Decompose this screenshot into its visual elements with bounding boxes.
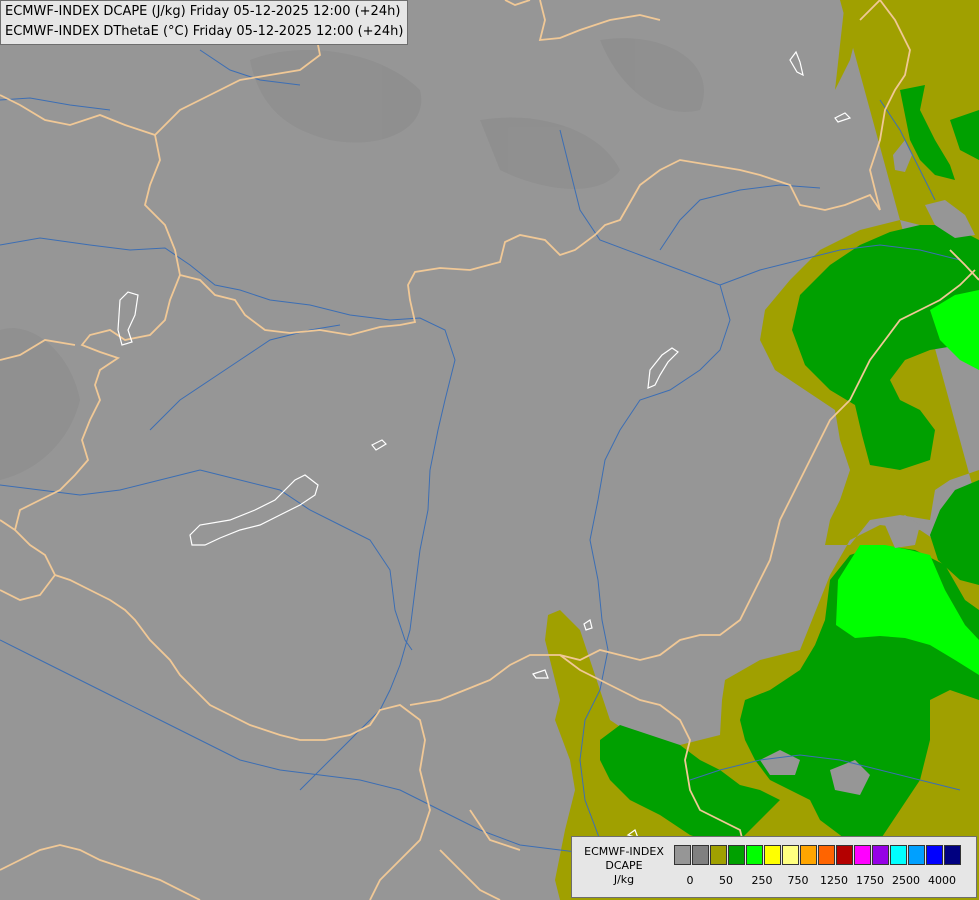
legend-tick-label: 0	[686, 874, 694, 887]
legend-swatch	[692, 845, 709, 865]
dcape-map	[0, 0, 979, 900]
map-title: ECMWF-INDEX DCAPE (J/kg) Friday 05-12-20…	[0, 0, 409, 45]
legend-swatch	[890, 845, 907, 865]
legend-swatch	[782, 845, 799, 865]
legend-title-model: ECMWF-INDEX	[584, 845, 664, 858]
legend-tick-label: 250	[751, 874, 773, 887]
legend-tick-label: 4000	[928, 874, 956, 887]
legend-swatches	[674, 845, 962, 867]
legend-tick-label: 1750	[856, 874, 884, 887]
legend-swatch	[854, 845, 871, 865]
legend-swatch	[836, 845, 853, 865]
legend-swatch	[800, 845, 817, 865]
legend-tick-label: 1250	[820, 874, 848, 887]
legend-swatch	[944, 845, 961, 865]
legend-tick-label: 2500	[892, 874, 920, 887]
legend-title-unit: J/kg	[613, 873, 635, 886]
title-line-dthetae: ECMWF-INDEX DThetaE (°C) Friday 05-12-20…	[5, 24, 404, 39]
title-line-dcape: ECMWF-INDEX DCAPE (J/kg) Friday 05-12-20…	[5, 4, 401, 19]
legend-tick-label: 750	[787, 874, 809, 887]
legend-swatch	[674, 845, 691, 865]
legend-title: ECMWF-INDEX DCAPE J/kg	[576, 845, 672, 887]
legend-swatch	[764, 845, 781, 865]
legend-title-param: DCAPE	[605, 859, 643, 872]
legend-ticks: 0 50 250 750 1250 1750 2500 4000	[674, 874, 974, 888]
legend-swatch	[926, 845, 943, 865]
legend-swatch	[710, 845, 727, 865]
legend-swatch	[818, 845, 835, 865]
dcape-legend: ECMWF-INDEX DCAPE J/kg 0 50 250 750 1250 1750…	[571, 836, 977, 898]
legend-swatch	[908, 845, 925, 865]
legend-swatch	[746, 845, 763, 865]
legend-tick-label: 50	[719, 874, 733, 887]
legend-swatch	[872, 845, 889, 865]
legend-swatch	[728, 845, 745, 865]
